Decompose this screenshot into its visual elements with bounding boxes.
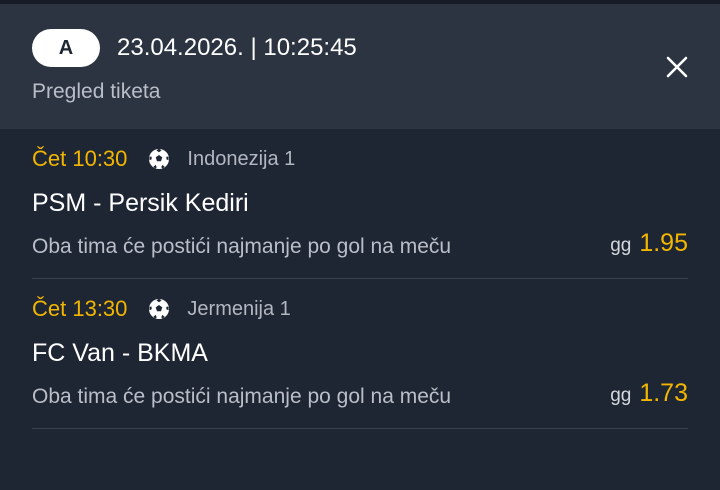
match-time: Čet 10:30	[32, 146, 128, 171]
page-title: Pregled tiketa	[32, 80, 161, 103]
match-teams: FC Van - BKMA	[32, 339, 208, 367]
pick-code: gg	[610, 385, 632, 406]
bet-market: Oba tima će postići najmanje po gol na m…	[32, 235, 452, 258]
match-time: Čet 13:30	[32, 296, 128, 321]
match-meta: Čet 10:30 Indonezija 1	[32, 145, 295, 173]
match-row[interactable]: Čet 10:30 Indonezija 1 PSM - Persik Kedi…	[32, 129, 688, 279]
close-icon[interactable]	[662, 52, 692, 82]
league-name: Jermenija 1	[187, 297, 291, 320]
ticket-badge: A	[32, 29, 100, 67]
odds-value: 1.73	[639, 379, 688, 407]
ticket-datetime: 23.04.2026. | 10:25:45	[117, 34, 357, 61]
match-teams: PSM - Persik Kediri	[32, 189, 249, 217]
ticket-header: A 23.04.2026. | 10:25:45 Pregled tiketa	[0, 4, 720, 129]
bet-pick: gg 1.73	[610, 379, 688, 408]
league-name: Indonezija 1	[187, 147, 296, 170]
match-meta: Čet 13:30 Jermenija 1	[32, 295, 291, 323]
match-row[interactable]: Čet 13:30 Jermenija 1 FC Van - BKMA Oba …	[32, 279, 688, 429]
soccer-ball-icon	[147, 297, 171, 321]
bet-market: Oba tima će postići najmanje po gol na m…	[32, 385, 452, 408]
bet-pick: gg 1.95	[610, 229, 688, 258]
soccer-ball-icon	[147, 147, 171, 171]
pick-code: gg	[610, 235, 632, 256]
odds-value: 1.95	[639, 229, 688, 257]
